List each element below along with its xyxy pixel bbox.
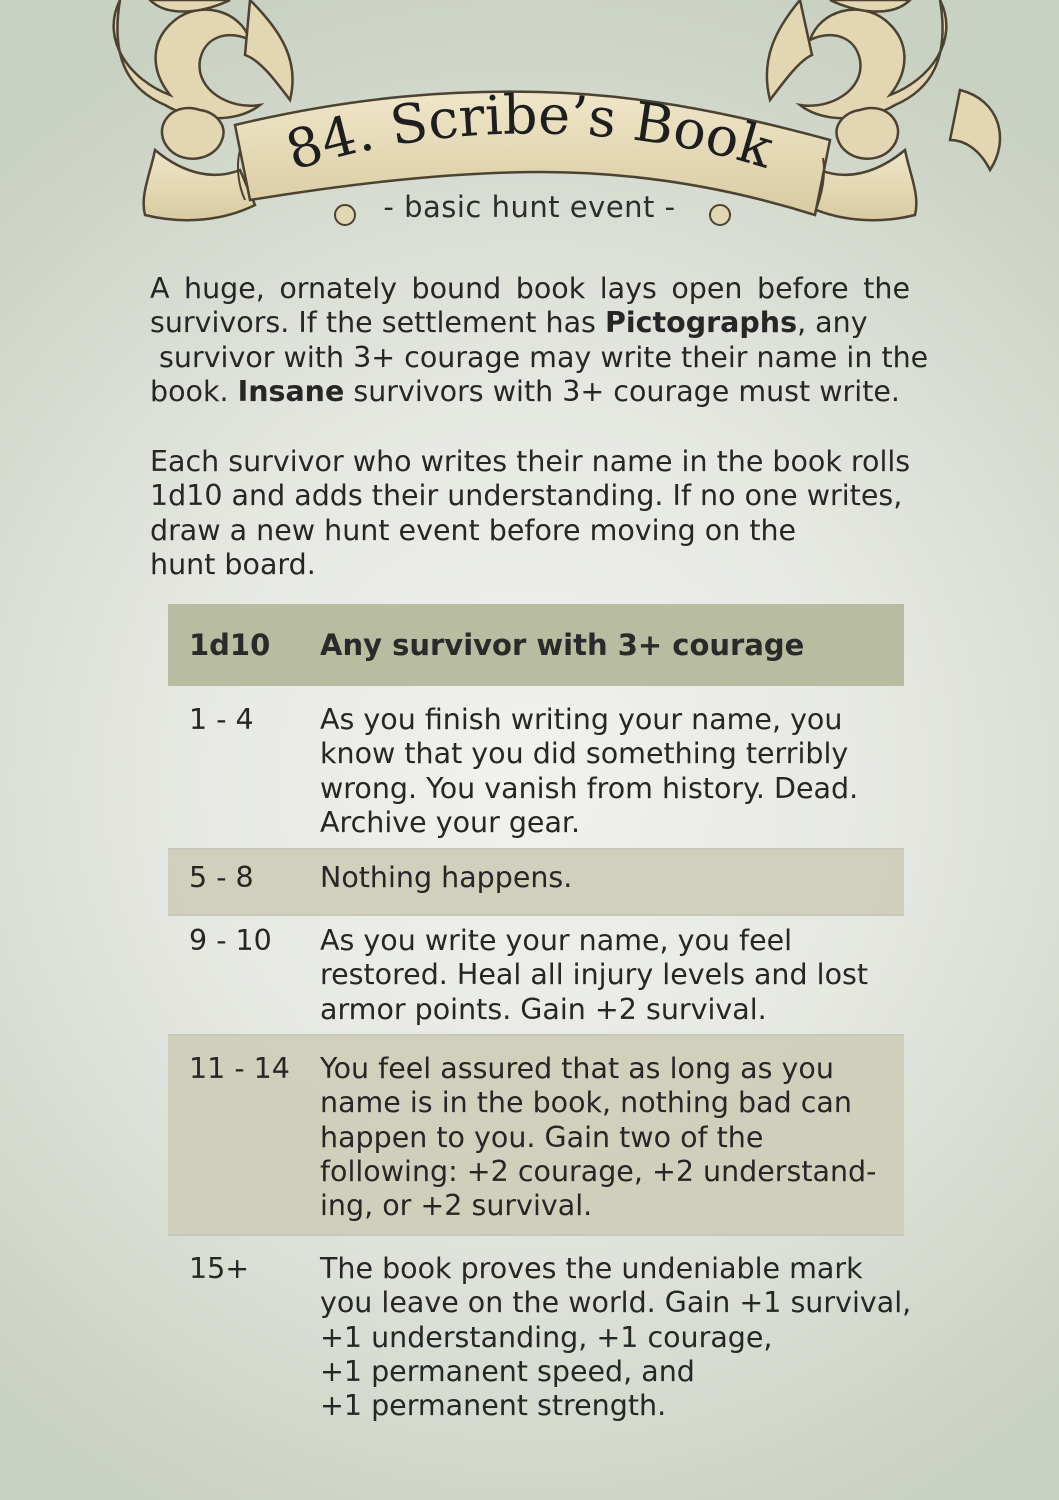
intro-line: survivor with 3+ courage may write their… [150, 340, 929, 374]
card-title: 84. Scribe’s Book [279, 92, 781, 183]
intro-paragraph-1: A huge, ornately bound book lays open be… [150, 272, 929, 409]
intro-line: draw a new hunt event before moving on t… [150, 513, 797, 547]
roll-result: As you write your name, you feel restore… [320, 924, 869, 1026]
keyword-pictographs: Pictographs [604, 306, 798, 340]
roll-range: 9 - 10 [189, 924, 272, 957]
intro-line: Each survivor who writes their name in t… [150, 445, 911, 478]
table-row: 15+ The book proves the undeniable mark … [168, 1236, 911, 1436]
table-row: 9 - 10 As you write your name, you feel … [168, 916, 904, 1036]
intro-line: book. Insane survivors with 3+ courage m… [150, 374, 900, 408]
roll-result: The book proves the undeniable mark you … [320, 1252, 912, 1423]
roll-range: 15+ [189, 1252, 250, 1285]
svg-text:84. Scribe’s Book: 84. Scribe’s Book [279, 92, 781, 183]
table-row: 5 - 8 Nothing happens. [168, 850, 904, 916]
header-result: Any survivor with 3+ courage [320, 628, 805, 662]
roll-result: You feel assured that as long as you nam… [320, 1052, 877, 1223]
roll-range: 1 - 4 [189, 703, 254, 736]
roll-result: Nothing happens. [320, 861, 573, 894]
intro-line: hunt board. [150, 547, 316, 581]
roll-range: 11 - 14 [189, 1052, 290, 1085]
card-title-text: 84. Scribe’s Book [279, 92, 781, 183]
intro-line: 1d10 and adds their understanding. If no… [150, 479, 903, 513]
intro-line: survivors. If the settlement has Pictogr… [150, 306, 868, 340]
table-row: 11 - 14 You feel assured that as long as… [168, 1036, 904, 1236]
roll-table-header: 1d10 Any survivor with 3+ courage [168, 604, 904, 686]
roll-range: 5 - 8 [189, 861, 254, 894]
header-roll: 1d10 [189, 628, 271, 662]
table-row: 1 - 4 As you finish writing your name, y… [168, 686, 904, 850]
intro-line: A huge, ornately bound book lays open be… [150, 272, 910, 305]
keyword-insane: Insane [237, 374, 345, 408]
roll-table: 1d10 Any survivor with 3+ courage 1 - 4 … [168, 604, 911, 1436]
intro-paragraph-2: Each survivor who writes their name in t… [150, 445, 910, 582]
card-subtitle: - basic hunt event - [383, 190, 676, 224]
roll-result: As you finish writing your name, you kno… [320, 703, 859, 839]
